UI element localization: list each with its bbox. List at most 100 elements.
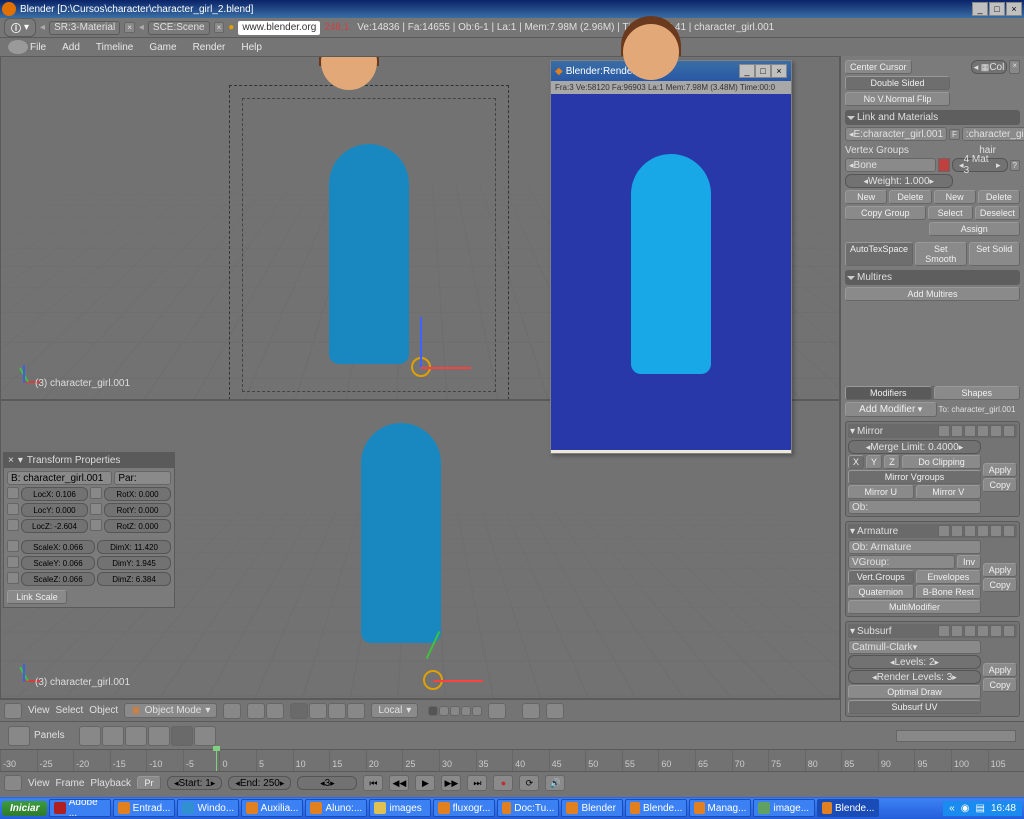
rotz-field[interactable]: RotZ: 0.000 [104, 519, 171, 533]
locy-lock[interactable] [7, 503, 19, 515]
subdiv-type-field[interactable]: Catmull-Clark ▾ [848, 640, 981, 654]
modifiers-tab[interactable]: Modifiers [845, 386, 932, 400]
tray-icon-1[interactable]: ◉ [961, 803, 970, 814]
optimal-draw-button[interactable]: Optimal Draw [848, 685, 981, 699]
mod-close-icon[interactable] [1003, 425, 1015, 437]
layer-5[interactable] [472, 706, 482, 716]
scalex-field[interactable]: ScaleX: 0.066 [21, 540, 95, 554]
mesh-link-field[interactable]: ◂ E:character_girl.001 [845, 127, 947, 141]
render-levels-field[interactable]: ◂Render Levels: 3▸ [848, 670, 981, 684]
minimize-button[interactable]: _ [972, 2, 988, 16]
sub-render-icon[interactable] [938, 625, 950, 637]
end-frame-field[interactable]: ◂ End: 250 ▸ [228, 776, 291, 790]
mat-deselect-button[interactable]: Deselect [975, 206, 1020, 220]
character-model-bottom[interactable] [341, 400, 461, 643]
timeline-view[interactable]: View [28, 778, 50, 789]
tray-arrow-icon[interactable]: « [949, 803, 955, 814]
record-button[interactable]: ● [493, 775, 513, 791]
vg-new-button[interactable]: New [845, 190, 887, 204]
rotz-lock[interactable] [90, 519, 102, 531]
mod-up-icon[interactable] [977, 425, 989, 437]
render-preview-button[interactable] [522, 703, 540, 719]
no-vnormal-flip-button[interactable]: No V.Normal Flip [845, 92, 950, 106]
double-sided-button[interactable]: Double Sided [845, 76, 950, 90]
rotate-button[interactable] [328, 703, 346, 719]
vert-groups-button[interactable]: Vert.Groups [848, 570, 914, 584]
pivot-button[interactable] [247, 703, 265, 719]
arm-up-icon[interactable] [977, 525, 989, 537]
armature-ob-field[interactable]: Ob: Armature [848, 540, 981, 554]
autotexspace-button[interactable]: AutoTexSpace [845, 242, 913, 266]
sync-button[interactable]: ⟳ [519, 775, 539, 791]
viewport-type-icon[interactable] [8, 40, 28, 54]
next-frame-button[interactable]: ▶▶ [441, 775, 461, 791]
close-button[interactable]: × [1006, 2, 1022, 16]
layer-3[interactable] [450, 706, 460, 716]
task-windo[interactable]: Windo... [177, 799, 239, 817]
timeline-editor-type[interactable] [4, 775, 22, 791]
close-scene-button[interactable]: × [214, 22, 225, 33]
multimodifier-button[interactable]: MultiModifier [848, 600, 981, 614]
character-model[interactable] [309, 84, 429, 364]
scale-button[interactable] [347, 703, 365, 719]
inv-button[interactable]: Inv [957, 555, 981, 569]
task-image2[interactable]: image... [753, 799, 815, 817]
translate-button[interactable] [309, 703, 327, 719]
f-button[interactable]: F [949, 129, 960, 140]
timeline-ruler[interactable]: -30-25-20-15-10-505101520253035404550556… [0, 750, 1024, 772]
context-scene-icon[interactable] [194, 726, 216, 746]
center-cursor-button[interactable]: Center Cursor [845, 60, 912, 74]
layer-1[interactable] [428, 706, 438, 716]
info-icon-button[interactable]: ⓘ▾ [4, 18, 36, 37]
task-fluxogr[interactable]: fluxogr... [433, 799, 495, 817]
mat-help-button[interactable]: ? [1010, 160, 1020, 171]
context-logic-icon[interactable] [79, 726, 101, 746]
set-solid-button[interactable]: Set Solid [969, 242, 1020, 266]
task-adobe[interactable]: Adobe ... [49, 799, 111, 817]
arm-close-icon[interactable] [1003, 525, 1015, 537]
material-color-swatch[interactable] [938, 158, 950, 172]
multires-header[interactable]: Multires [845, 270, 1020, 285]
mod-edit-icon[interactable] [964, 425, 976, 437]
buttons-editor-type[interactable] [8, 726, 30, 746]
menu-game[interactable]: Game [149, 42, 176, 53]
mat-assign-button[interactable]: Assign [929, 222, 1021, 236]
quaternion-button[interactable]: Quaternion [848, 585, 914, 599]
tray-icon-2[interactable]: ▤ [976, 803, 985, 814]
task-blende-active[interactable]: Blende... [817, 799, 879, 817]
transform-properties-panel[interactable]: ×▾Transform Properties B: character_girl… [3, 452, 175, 608]
weight-field[interactable]: ◂Weight: 1.000▸ [845, 174, 953, 188]
parent-field[interactable]: Par: [114, 471, 171, 485]
render-button[interactable] [546, 703, 564, 719]
vp-menu-object[interactable]: Object [89, 705, 118, 716]
timeline-cursor[interactable] [216, 750, 217, 771]
task-auxilia[interactable]: Auxilia... [241, 799, 303, 817]
context-editing-icon[interactable] [171, 726, 193, 746]
mat-delete-button[interactable]: Delete [978, 190, 1020, 204]
mod-view-icon[interactable] [951, 425, 963, 437]
task-blende2[interactable]: Blende... [625, 799, 687, 817]
play-button[interactable]: ▶ [415, 775, 435, 791]
menu-timeline[interactable]: Timeline [96, 42, 133, 53]
scalex-lock[interactable] [7, 540, 19, 552]
mod-render-icon[interactable] [938, 425, 950, 437]
menu-render[interactable]: Render [193, 42, 226, 53]
panels-label[interactable]: Panels [34, 730, 65, 741]
add-modifier-button[interactable]: Add Modifier ▾ [845, 402, 937, 417]
context-script-icon[interactable] [102, 726, 124, 746]
subsurf-uv-button[interactable]: Subsurf UV [848, 700, 981, 714]
dimx-field[interactable]: DimX: 11.420 [97, 540, 171, 554]
dimz-field[interactable]: DimZ: 6.384 [97, 572, 171, 586]
vp-menu-view[interactable]: View [28, 705, 50, 716]
panel-close-icon[interactable]: × [8, 455, 14, 466]
task-entrad[interactable]: Entrad... [113, 799, 175, 817]
vp-menu-select[interactable]: Select [56, 705, 84, 716]
roty-field[interactable]: RotY: 0.000 [104, 503, 171, 517]
mat-select-button[interactable]: Select [928, 206, 973, 220]
arm-down-icon[interactable] [990, 525, 1002, 537]
forward-end-button[interactable]: ⏭ [467, 775, 487, 791]
horizontal-scrollbar[interactable] [896, 730, 1016, 742]
col-field[interactable]: ◂ ▦ Col [971, 60, 1008, 74]
bbone-rest-button[interactable]: B-Bone Rest [916, 585, 982, 599]
context-shading-icon[interactable] [125, 726, 147, 746]
